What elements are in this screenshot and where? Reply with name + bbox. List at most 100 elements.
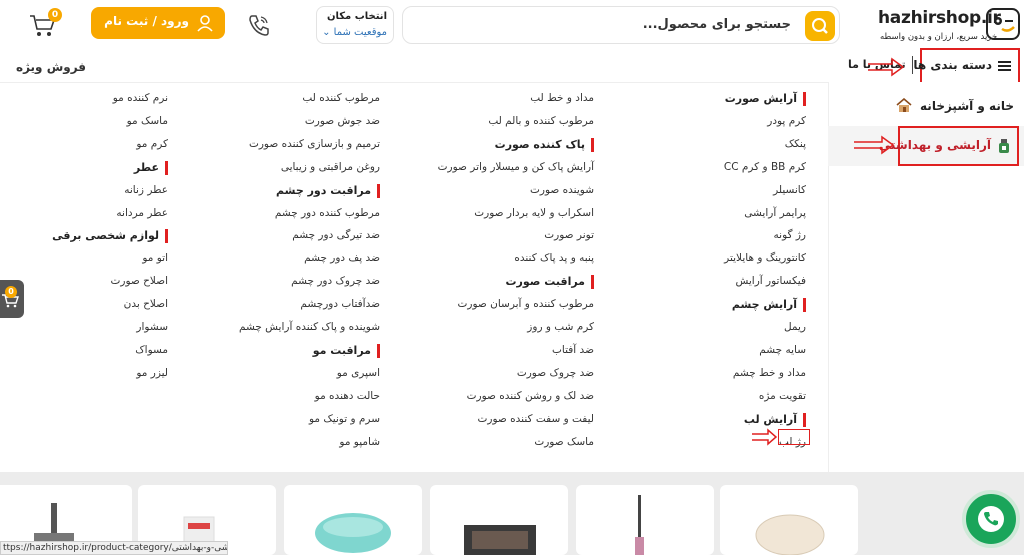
categories-label: دسته بندی ها	[913, 58, 992, 72]
whatsapp-phone-icon	[978, 506, 1004, 532]
search-button[interactable]	[805, 11, 835, 41]
menu-heading[interactable]: پاک کننده صورت	[495, 137, 594, 152]
menu-item[interactable]: مرطوب کننده و بالم لب	[488, 115, 594, 127]
whatsapp-button[interactable]	[962, 490, 1020, 548]
menu-item[interactable]: لیزر مو	[136, 367, 168, 379]
menu-item[interactable]: ضد جوش صورت	[305, 115, 380, 127]
menu-item[interactable]: کرم مو	[136, 138, 168, 150]
logo-text: hazhirshop.ir	[878, 8, 1001, 28]
floating-cart-button[interactable]: 0	[0, 280, 24, 318]
menu-item[interactable]: شوینده و پاک کننده آرایش چشم	[239, 321, 380, 333]
menu-item[interactable]: روغن مراقبتی و زیبایی	[281, 161, 380, 173]
phone-icon[interactable]	[246, 12, 272, 38]
menu-item[interactable]: عطر زنانه	[124, 184, 168, 196]
hamburger-icon	[998, 61, 1011, 71]
menu-item[interactable]: ریمل	[784, 321, 806, 333]
menu-item[interactable]: پنبه و پد پاک کننده	[514, 252, 594, 264]
menu-heading[interactable]: مراقبت دور چشم	[276, 183, 380, 198]
menu-item[interactable]: مرطوب کننده و آبرسان صورت	[458, 298, 595, 310]
cosmetics-icon	[997, 138, 1011, 158]
menu-item[interactable]: آرایش پاک کن و میسلار واتر صورت	[438, 161, 594, 173]
menu-item[interactable]: اسپری مو	[337, 367, 380, 379]
menu-item[interactable]: عطر مردانه	[116, 207, 168, 219]
menu-item[interactable]: مداد و خط لب	[530, 92, 594, 104]
logo-face-icon	[986, 8, 1020, 40]
menu-item[interactable]: تقویت مژه	[759, 390, 806, 402]
category-item-beauty[interactable]: آرایشی و بهداشتی	[879, 126, 1019, 166]
search-input[interactable]: جستجو برای محصول...	[643, 17, 791, 32]
nav-divider	[912, 56, 913, 74]
menu-item[interactable]: کرم پودر	[767, 115, 806, 127]
menu-item[interactable]: مرطوب کننده لب	[302, 92, 380, 104]
product-card[interactable]	[576, 485, 714, 555]
menu-item[interactable]: پرایمر آرایشی	[744, 207, 806, 219]
login-button[interactable]: ورود / ثبت نام	[91, 7, 225, 39]
browser-status-url: ttps://hazhirshop.ir/product-category/آر…	[0, 541, 228, 555]
menu-heading[interactable]: لوازم شخصی برقی	[52, 229, 168, 244]
menu-item[interactable]: تونر صورت	[544, 229, 594, 241]
menu-item[interactable]: شوینده صورت	[530, 184, 594, 196]
product-card[interactable]	[430, 485, 568, 555]
floating-cart-badge: 0	[5, 286, 17, 298]
product-image	[464, 525, 536, 555]
user-icon	[197, 15, 213, 32]
menu-item[interactable]: سشوار	[136, 321, 168, 333]
menu-item[interactable]: ضد تیرگی دور چشم	[292, 229, 380, 241]
menu-item[interactable]: کانسیلر	[773, 184, 806, 196]
menu-item[interactable]: مرطوب کننده دور چشم	[275, 207, 380, 219]
category-item-home-kitchen[interactable]: خانه و آشپزخانه	[896, 97, 1014, 115]
product-image	[755, 514, 825, 555]
menu-heading[interactable]: آرایش صورت	[725, 92, 806, 106]
menu-item[interactable]: ماسک صورت	[534, 436, 594, 448]
site-header: hazhirshop.ir خرید سریع، ارزان و بدون وا…	[0, 0, 1024, 50]
special-sale-link[interactable]: فروش ویژه	[16, 60, 86, 74]
annotation-arrow-icon	[854, 135, 895, 155]
menu-item[interactable]: کرم BB و کرم CC	[724, 161, 806, 173]
location-value: موقعیت شما ⌄	[322, 27, 387, 38]
menu-item[interactable]: کانتورینگ و هایلایتر	[724, 252, 806, 264]
menu-item[interactable]: فیکساتور آرایش	[735, 275, 806, 287]
menu-item[interactable]: لیفت و سفت کننده صورت	[478, 413, 594, 425]
menu-heading[interactable]: آرایش لب	[744, 412, 806, 427]
menu-item[interactable]: اسکراب و لایه بردار صورت	[474, 207, 594, 219]
menu-item[interactable]: اصلاح صورت	[110, 275, 168, 287]
search-icon	[812, 18, 828, 34]
menu-item[interactable]: ماسک مو	[127, 115, 168, 127]
product-card[interactable]	[284, 485, 422, 555]
annotation-arrow-icon	[868, 57, 905, 77]
logo-tagline: خرید سریع، ارزان و بدون واسطه	[880, 32, 998, 42]
search-bar[interactable]: جستجو برای محصول...	[402, 6, 840, 44]
menu-item[interactable]: ضد لک و روشن کننده صورت	[467, 390, 594, 402]
location-title: انتخاب مکان	[326, 11, 387, 22]
menu-item[interactable]: سرم و تونیک مو	[309, 413, 380, 425]
categories-button[interactable]: دسته بندی ها	[913, 48, 1020, 84]
menu-item[interactable]: سایه چشم	[759, 344, 806, 356]
cart-count-badge: 0	[48, 8, 62, 22]
menu-heading[interactable]: مراقبت صورت	[505, 275, 594, 290]
menu-heading[interactable]: مراقبت مو	[313, 343, 380, 358]
menu-heading[interactable]: آرایش چشم	[732, 298, 806, 313]
menu-item[interactable]: اتو مو	[142, 252, 168, 264]
house-icon	[896, 97, 912, 115]
annotation-arrow-icon	[752, 428, 778, 446]
menu-item[interactable]: شامپو مو	[339, 436, 380, 448]
menu-item[interactable]: اصلاح بدن	[124, 298, 168, 310]
menu-item[interactable]: مداد و خط چشم	[733, 367, 806, 379]
menu-item[interactable]: نرم کننده مو	[113, 92, 168, 104]
menu-item[interactable]: ضد چروک صورت	[517, 367, 594, 379]
menu-item[interactable]: ضد چروک دور چشم	[291, 275, 380, 287]
location-selector[interactable]: انتخاب مکان موقعیت شما ⌄	[316, 6, 394, 44]
menu-item[interactable]: رژ گونه	[774, 229, 806, 241]
menu-item[interactable]: کرم شب و روز	[527, 321, 594, 333]
menu-item[interactable]: پنکک	[785, 138, 806, 150]
product-image	[315, 513, 391, 553]
menu-item[interactable]: ضدآفتاب دورچشم	[300, 298, 380, 310]
menu-item[interactable]: ضد آفتاب	[552, 344, 594, 356]
cart-button[interactable]: 0	[28, 8, 62, 38]
menu-item[interactable]: ضد پف دور چشم	[304, 252, 380, 264]
menu-item[interactable]: مسواک	[135, 344, 168, 356]
product-card[interactable]	[720, 485, 858, 555]
menu-item[interactable]: ترمیم و بازسازی کننده صورت	[249, 138, 380, 150]
menu-item[interactable]: حالت دهنده مو	[315, 390, 380, 402]
menu-heading[interactable]: عطر	[134, 160, 168, 175]
